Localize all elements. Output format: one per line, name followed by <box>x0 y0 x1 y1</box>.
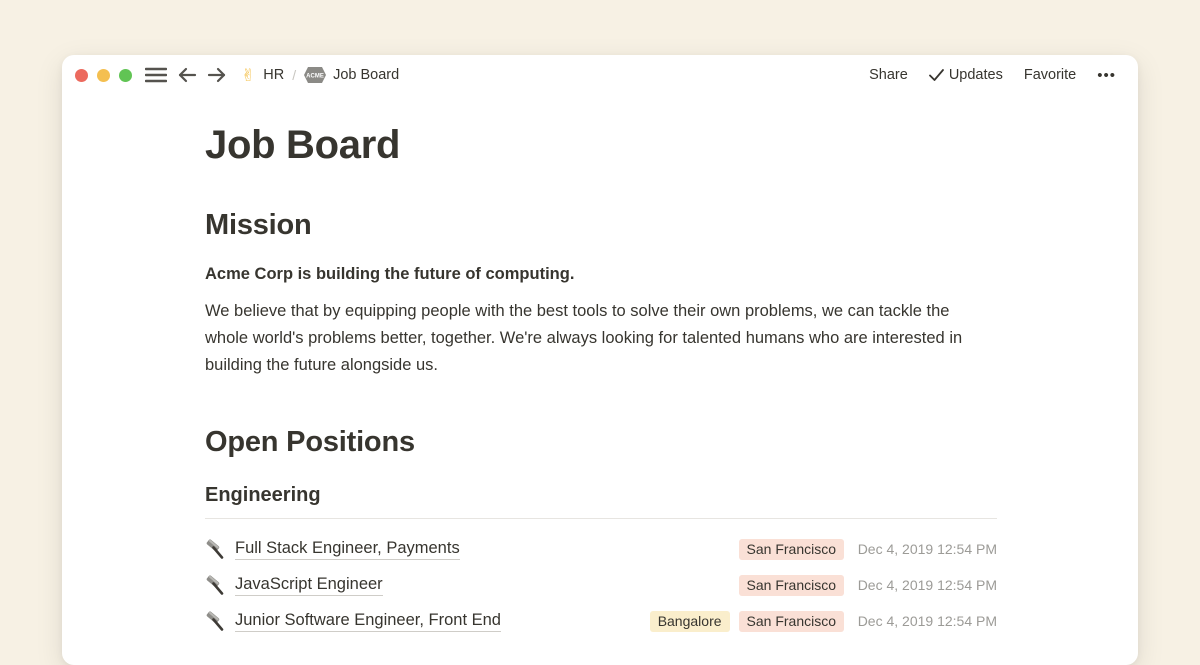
mission-heading: Mission <box>205 207 997 243</box>
tag-group: San Francisco <box>739 575 844 596</box>
forward-button[interactable] <box>207 67 227 83</box>
job-link[interactable]: JavaScript Engineer <box>235 575 383 596</box>
open-positions-heading: Open Positions <box>205 424 997 460</box>
hammer-icon <box>205 575 225 595</box>
tag[interactable]: San Francisco <box>739 611 844 632</box>
share-button[interactable]: Share <box>869 67 908 83</box>
page-title: Job Board <box>205 121 997 169</box>
job-table: Full Stack Engineer, Payments San Franci… <box>205 531 997 639</box>
hammer-icon <box>205 611 225 631</box>
favorite-button[interactable]: Favorite <box>1024 67 1076 83</box>
job-link[interactable]: Junior Software Engineer, Front End <box>235 611 501 632</box>
app-window: ✌ HR / ACME Job Board Share Updates Favo… <box>62 55 1138 665</box>
breadcrumb-separator: / <box>292 67 296 83</box>
svg-text:ACME: ACME <box>306 74 324 80</box>
acme-logo-icon: ACME <box>304 67 326 83</box>
divider <box>205 518 997 519</box>
tag-group: Bangalore San Francisco <box>650 611 844 632</box>
traffic-lights <box>75 69 132 82</box>
sidebar-menu-icon[interactable] <box>145 67 167 83</box>
breadcrumb-workspace[interactable]: HR <box>263 67 284 83</box>
tag[interactable]: San Francisco <box>739 575 844 596</box>
job-date: Dec 4, 2019 12:54 PM <box>857 613 997 629</box>
table-row: Full Stack Engineer, Payments San Franci… <box>205 531 997 567</box>
engineering-subheading: Engineering <box>205 482 997 508</box>
zoom-button[interactable] <box>119 69 132 82</box>
job-date: Dec 4, 2019 12:54 PM <box>857 541 997 557</box>
table-row: Junior Software Engineer, Front End Bang… <box>205 603 997 639</box>
check-icon <box>929 69 944 81</box>
updates-button[interactable]: Updates <box>929 67 1003 83</box>
tag-group: San Francisco <box>739 539 844 560</box>
titlebar: ✌ HR / ACME Job Board Share Updates Favo… <box>62 55 1138 95</box>
job-link[interactable]: Full Stack Engineer, Payments <box>235 539 460 560</box>
page-content: Job Board Mission Acme Corp is building … <box>62 95 997 639</box>
back-button[interactable] <box>177 67 197 83</box>
close-button[interactable] <box>75 69 88 82</box>
more-options-button[interactable]: ••• <box>1097 67 1116 84</box>
minimize-button[interactable] <box>97 69 110 82</box>
mission-body: We believe that by equipping people with… <box>205 298 997 379</box>
job-date: Dec 4, 2019 12:54 PM <box>857 577 997 593</box>
table-row: JavaScript Engineer San Francisco Dec 4,… <box>205 567 997 603</box>
titlebar-actions: Share Updates Favorite ••• <box>869 67 1116 84</box>
desktop-background: { "titlebar": { "breadcrumb": { "workspa… <box>0 0 1200 630</box>
breadcrumb-page[interactable]: Job Board <box>333 67 399 83</box>
hammer-icon <box>205 539 225 559</box>
tag[interactable]: San Francisco <box>739 539 844 560</box>
mission-lead: Acme Corp is building the future of comp… <box>205 263 997 285</box>
victory-hand-emoji-icon: ✌ <box>241 67 255 84</box>
breadcrumb: ✌ HR / ACME Job Board <box>241 67 399 84</box>
tag[interactable]: Bangalore <box>650 611 730 632</box>
updates-button-label: Updates <box>949 67 1003 83</box>
